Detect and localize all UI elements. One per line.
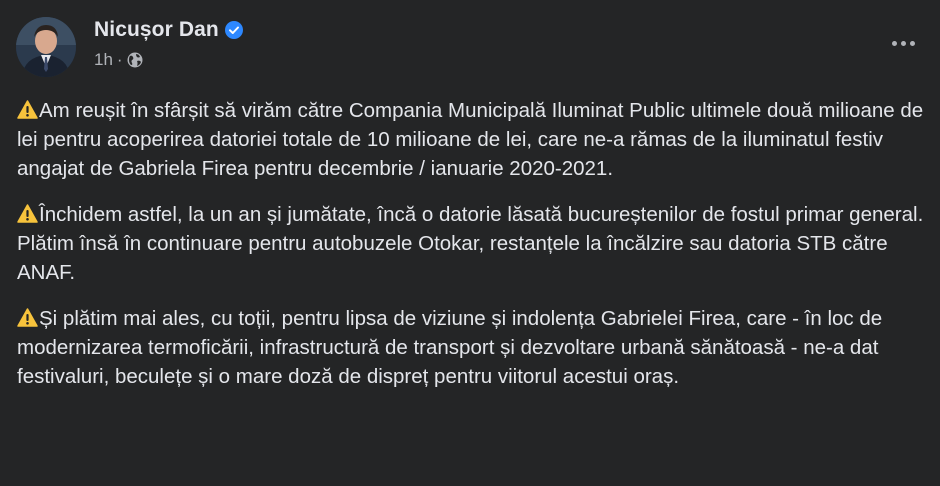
verified-badge-icon — [224, 21, 243, 39]
more-options-icon[interactable] — [888, 32, 918, 54]
post-text: Am reușit în sfârșit să virăm către Comp… — [17, 99, 924, 180]
post-timestamp[interactable]: 1h — [94, 50, 113, 70]
warning-icon — [17, 204, 38, 223]
post-body: Am reușit în sfârșit să virăm către Comp… — [17, 96, 932, 408]
post-text: Închidem astfel, la un an și jumătate, î… — [17, 203, 924, 284]
post-header: Nicușor Dan 1h · — [16, 12, 243, 82]
avatar[interactable] — [16, 17, 76, 77]
warning-icon — [17, 100, 38, 119]
separator-dot: · — [116, 50, 123, 69]
post-meta: Nicușor Dan 1h · — [94, 18, 243, 70]
globe-icon[interactable] — [127, 52, 143, 68]
avatar-image — [16, 17, 76, 77]
warning-icon — [17, 308, 38, 327]
post-text: Și plătim mai ales, cu toții, pentru lip… — [17, 307, 883, 388]
author-row: Nicușor Dan — [94, 18, 243, 42]
post-paragraph: Și plătim mai ales, cu toții, pentru lip… — [17, 304, 932, 391]
post-paragraph: Închidem astfel, la un an și jumătate, î… — [17, 200, 932, 287]
post-paragraph: Am reușit în sfârșit să virăm către Comp… — [17, 96, 932, 183]
author-name[interactable]: Nicușor Dan — [94, 18, 219, 42]
facebook-post: Nicușor Dan 1h · Am reușit în sfârșit să… — [0, 0, 940, 486]
post-info-row: 1h · — [94, 50, 243, 70]
